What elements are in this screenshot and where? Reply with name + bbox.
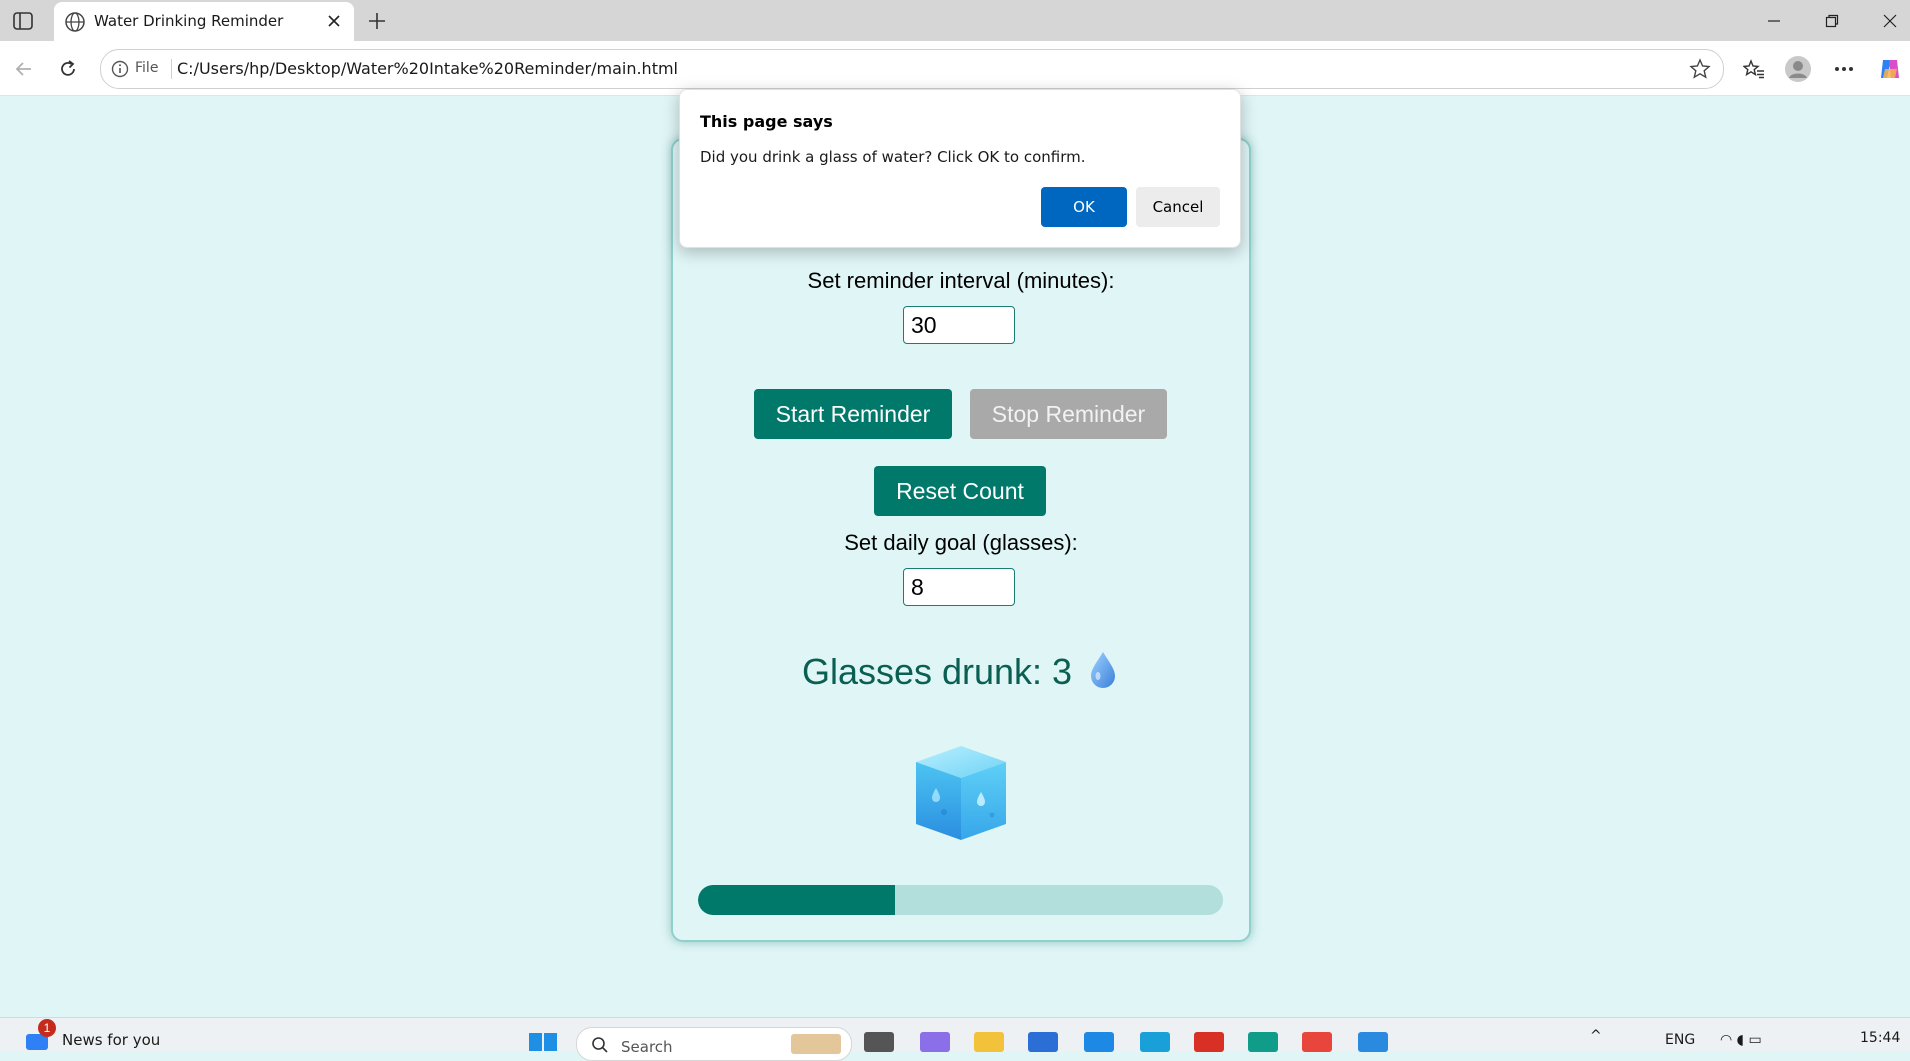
close-tab-icon[interactable] — [324, 11, 344, 31]
reminder-card: Set reminder interval (minutes): Start R… — [671, 138, 1251, 942]
tray-chevron-icon[interactable]: ^ — [1590, 1028, 1602, 1044]
task-view-icon[interactable] — [864, 1032, 894, 1052]
windows-start-icon[interactable] — [528, 1032, 558, 1052]
back-icon[interactable] — [8, 53, 40, 85]
favorites-icon[interactable] — [1738, 53, 1770, 85]
water-drop-icon — [1086, 650, 1120, 690]
news-widget-label[interactable]: News for you — [62, 1031, 160, 1049]
tab-title: Water Drinking Reminder — [94, 12, 284, 30]
tab-actions-icon[interactable] — [10, 9, 36, 33]
network-volume-battery-icon[interactable]: ◠ ◖ ▭ — [1720, 1032, 1762, 1048]
dialog-message: Did you drink a glass of water? Click OK… — [700, 148, 1086, 166]
info-icon[interactable] — [111, 60, 129, 78]
profile-avatar-icon[interactable] — [1782, 53, 1814, 85]
taskbar-search[interactable]: Search — [576, 1027, 852, 1061]
goal-input[interactable] — [903, 568, 1015, 606]
stop-reminder-button[interactable]: Stop Reminder — [970, 389, 1167, 439]
edge-icon[interactable] — [1140, 1032, 1170, 1052]
start-reminder-button[interactable]: Start Reminder — [754, 389, 952, 439]
globe-icon — [64, 11, 86, 33]
dialog-ok-button[interactable]: OK — [1041, 187, 1127, 227]
search-icon — [591, 1036, 609, 1054]
search-highlight-icon — [791, 1034, 841, 1054]
close-window-icon[interactable] — [1870, 8, 1910, 34]
favorite-star-icon[interactable] — [1689, 58, 1711, 80]
daily-progress-bar — [698, 885, 1223, 915]
gmail-icon[interactable] — [1194, 1032, 1224, 1052]
ice-cube-icon — [908, 740, 1014, 846]
store-icon[interactable] — [1028, 1032, 1058, 1052]
glasses-drunk-text: Glasses drunk: 3 — [801, 651, 1073, 692]
more-menu-icon[interactable] — [1828, 53, 1860, 85]
language-indicator[interactable]: ENG — [1665, 1032, 1695, 1048]
goal-label: Set daily goal (glasses): — [844, 530, 1078, 555]
browser-tab-bar: Water Drinking Reminder — [0, 0, 1910, 41]
address-bar[interactable]: File C:/Users/hp/Desktop/Water%20Intake%… — [100, 49, 1724, 89]
dialog-cancel-button[interactable]: Cancel — [1136, 187, 1220, 227]
chrome-icon[interactable] — [1302, 1032, 1332, 1052]
daily-progress-fill — [698, 885, 895, 915]
search-placeholder: Search — [621, 1038, 673, 1056]
news-badge: 1 — [38, 1019, 56, 1037]
windows-taskbar: 1 News for you Search ^ ENG ◠ ◖ ▭ 15:44 — [0, 1017, 1910, 1061]
restore-icon[interactable] — [1812, 8, 1852, 34]
refresh-icon[interactable] — [52, 53, 84, 85]
glasses-counter: Glasses drunk: 3 — [673, 650, 1249, 693]
file-explorer-icon[interactable] — [974, 1032, 1004, 1052]
confirm-dialog: This page says Did you drink a glass of … — [679, 89, 1241, 248]
address-url[interactable]: C:/Users/hp/Desktop/Water%20Intake%20Rem… — [177, 59, 678, 78]
browser-toolbar: File C:/Users/hp/Desktop/Water%20Intake%… — [0, 41, 1910, 96]
app-icon[interactable] — [1084, 1032, 1114, 1052]
copilot-icon[interactable] — [1874, 53, 1906, 85]
browser-tab-active[interactable]: Water Drinking Reminder — [54, 2, 354, 41]
minimize-icon[interactable] — [1754, 8, 1794, 34]
dialog-title: This page says — [700, 112, 833, 131]
new-tab-icon[interactable] — [364, 8, 390, 34]
interval-input[interactable] — [903, 306, 1015, 344]
address-scheme-label: File — [135, 60, 159, 76]
copilot-app-icon[interactable] — [920, 1032, 950, 1052]
browser-app-icon[interactable] — [1248, 1032, 1278, 1052]
interval-label: Set reminder interval (minutes): — [807, 268, 1115, 293]
reset-count-button[interactable]: Reset Count — [874, 466, 1046, 516]
clock-time[interactable]: 15:44 — [1860, 1030, 1900, 1046]
address-divider — [171, 59, 172, 79]
vscode-icon[interactable] — [1358, 1032, 1388, 1052]
